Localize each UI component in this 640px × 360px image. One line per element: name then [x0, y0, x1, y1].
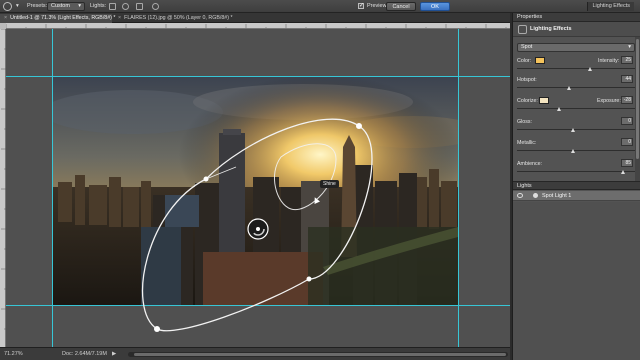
options-bar: ▾ Presets: Custom ▾ Lights: ✓ Preview Ca…: [0, 0, 640, 13]
zoom-level[interactable]: 71.27%: [4, 351, 23, 358]
tab-lights[interactable]: Lights: [513, 181, 640, 190]
spot-light-icon: [533, 193, 538, 198]
hotspot-slider-track[interactable]: [517, 87, 635, 88]
reset-light-icon[interactable]: [152, 3, 159, 10]
properties-scrollbar[interactable]: [635, 37, 640, 187]
intensity-slider-track[interactable]: [517, 68, 635, 69]
presets-select[interactable]: Custom ▾: [47, 2, 85, 11]
status-bar: 71.27% Doc: 2.64M/7.19M ▶: [0, 347, 510, 360]
light-name: Spot Light 1: [542, 193, 572, 199]
intensity-ring-icon[interactable]: [247, 218, 269, 240]
tab-label: Untitled-1 @ 71.3% (Light Effects, RGB/8…: [10, 15, 116, 21]
document-tab-bar: × Untitled-1 @ 71.3% (Light Effects, RGB/…: [0, 13, 510, 23]
light-list-item[interactable]: Spot Light 1: [513, 191, 640, 201]
spot-handle-top[interactable]: [356, 123, 362, 129]
cancel-button[interactable]: Cancel: [386, 2, 416, 11]
color-label: Color:: [517, 58, 532, 64]
preview-checkbox[interactable]: ✓: [358, 3, 364, 9]
document-canvas[interactable]: Shine: [6, 29, 510, 347]
light-color-swatch[interactable]: [535, 57, 545, 64]
tab-untitled-1[interactable]: × Untitled-1 @ 71.3% (Light Effects, RGB/…: [0, 14, 116, 23]
lighting-effects-icon: [518, 25, 527, 34]
add-infinite-light-icon[interactable]: [136, 3, 143, 10]
exposure-slider-thumb[interactable]: [557, 107, 561, 111]
tool-preset-arrow-icon[interactable]: ▾: [16, 2, 19, 11]
spot-hotspot-ring[interactable]: [273, 143, 337, 211]
properties-header: Lighting Effects: [513, 22, 640, 37]
gloss-label: Gloss:: [517, 119, 533, 125]
tab-label: FLAIRES (12).jpg @ 50% (Layer 0, RGB/8#)…: [124, 15, 233, 21]
spot-handle-right[interactable]: [306, 276, 312, 282]
tab-flaires[interactable]: × FLAIRES (12).jpg @ 50% (Layer 0, RGB/8#…: [114, 14, 233, 23]
horizontal-scrollbar[interactable]: [128, 352, 508, 357]
metallic-input[interactable]: 0: [621, 138, 633, 146]
ambience-label: Ambience:: [517, 161, 543, 167]
colorize-swatch[interactable]: [539, 97, 549, 104]
exposure-slider-track[interactable]: [517, 108, 635, 109]
ambience-slider-thumb[interactable]: [621, 170, 625, 174]
colorize-label: Colorize:: [517, 98, 538, 104]
gloss-row: Gloss: 0: [513, 117, 637, 139]
colorize-exposure-row: Colorize: Exposure: -28: [513, 96, 637, 118]
preview-label: Preview: [367, 3, 387, 9]
add-point-light-icon[interactable]: [122, 3, 129, 10]
spot-handle-left[interactable]: [203, 176, 209, 182]
ok-button[interactable]: OK: [420, 2, 450, 11]
lights-label: Lights:: [90, 3, 107, 9]
doc-size: Doc: 2.64M/7.19M: [62, 351, 107, 357]
tab-label: Properties: [517, 14, 543, 20]
close-icon[interactable]: ×: [118, 15, 121, 21]
ambience-slider-track[interactable]: [517, 171, 635, 172]
status-menu-arrow-icon[interactable]: ▶: [112, 351, 116, 358]
metallic-slider-track[interactable]: [517, 150, 635, 151]
spot-light-overlay[interactable]: [6, 29, 510, 347]
gloss-slider-track[interactable]: [517, 129, 635, 130]
chevron-down-icon: ▾: [78, 3, 81, 9]
ambience-input[interactable]: 85: [621, 159, 633, 167]
intensity-input[interactable]: 25: [621, 56, 633, 64]
hotspot-input[interactable]: 44: [621, 75, 633, 83]
add-spot-light-icon[interactable]: [109, 3, 116, 10]
intensity-label: Intensity:: [598, 58, 620, 64]
hotspot-slider-thumb[interactable]: [567, 86, 571, 90]
hotspot-row: Hotspot: 44: [513, 75, 637, 97]
metallic-label: Metallic:: [517, 140, 537, 146]
lights-list-area: [513, 202, 640, 360]
gloss-input[interactable]: 0: [621, 117, 633, 125]
workspace-switcher[interactable]: Lighting Effects: [587, 2, 634, 11]
scrollbar-thumb[interactable]: [636, 39, 639, 159]
metallic-slider-thumb[interactable]: [571, 149, 575, 153]
properties-panel: Properties Lighting Effects Spot ▾ Color…: [512, 13, 640, 360]
tab-properties[interactable]: Properties: [513, 13, 640, 22]
close-icon[interactable]: ×: [4, 15, 7, 21]
panel-title: Lighting Effects: [530, 26, 572, 32]
presets-label: Presets:: [27, 3, 48, 9]
intensity-slider-thumb[interactable]: [588, 67, 592, 71]
spot-light-tooltip: Shine: [320, 180, 339, 188]
light-type-value: Spot: [521, 44, 533, 50]
spot-handle-bottom[interactable]: [154, 326, 160, 332]
gloss-slider-thumb[interactable]: [571, 128, 575, 132]
tab-label: Lights: [517, 183, 532, 189]
visibility-eye-icon[interactable]: [517, 193, 523, 198]
color-intensity-row: Color: Intensity: 25: [513, 56, 637, 78]
metallic-row: Metallic: 0: [513, 138, 637, 160]
light-type-select[interactable]: Spot ▾: [517, 43, 635, 52]
lighting-tool-icon[interactable]: [3, 2, 12, 11]
chevron-down-icon: ▾: [628, 44, 631, 50]
scrollbar-thumb[interactable]: [134, 353, 506, 356]
exposure-input[interactable]: -28: [621, 96, 633, 104]
ambience-row: Ambience: 85: [513, 159, 637, 181]
spot-handle-line: [205, 166, 237, 180]
exposure-label: Exposure:: [597, 98, 621, 104]
hotspot-label: Hotspot:: [517, 77, 537, 83]
presets-select-value: Custom: [51, 3, 70, 9]
